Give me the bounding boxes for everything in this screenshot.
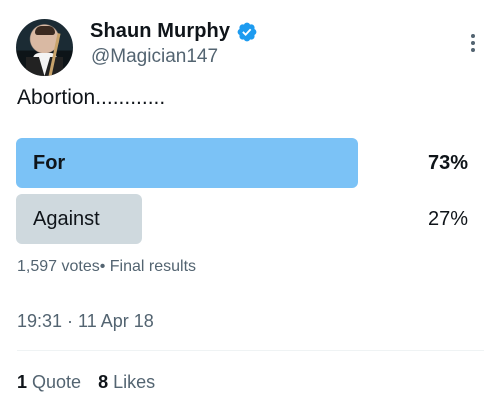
tweet-text: Abortion............	[17, 86, 166, 109]
poll-option-percent: 27%	[427, 208, 468, 230]
likes-label: Likes	[113, 372, 156, 392]
poll-option-against: Against 27%	[16, 194, 484, 244]
quotes-count: 1	[17, 372, 28, 392]
author-handle[interactable]: @Magician147	[91, 46, 218, 68]
author-name[interactable]: Shaun Murphy	[90, 20, 230, 43]
divider	[17, 350, 484, 351]
avatar-hair	[35, 26, 55, 35]
poll-option-label: Against	[33, 208, 100, 230]
likes-stat[interactable]: 8 Likes	[98, 372, 155, 393]
poll-option-label: For	[33, 152, 66, 174]
poll-option-percent: 73%	[427, 152, 468, 174]
tweet-timestamp[interactable]: 19:31 · 11 Apr 18	[17, 311, 154, 332]
avatar[interactable]	[16, 19, 73, 76]
quotes-stat[interactable]: 1 Quote	[17, 372, 81, 393]
poll-summary: 1,597 votes• Final results	[17, 258, 197, 275]
likes-count: 8	[98, 372, 109, 392]
engagement-stats: 1 Quote 8 Likes	[17, 372, 155, 393]
poll-option-for: For 73%	[16, 138, 484, 188]
poll-bar-for	[16, 138, 358, 188]
more-options-icon[interactable]	[466, 34, 480, 54]
quotes-label: Quote	[32, 372, 82, 392]
tweet-card: Shaun Murphy @Magician147 Abortion......…	[0, 0, 500, 407]
author-name-row[interactable]: Shaun Murphy	[90, 20, 258, 43]
verified-badge-icon	[237, 22, 257, 41]
